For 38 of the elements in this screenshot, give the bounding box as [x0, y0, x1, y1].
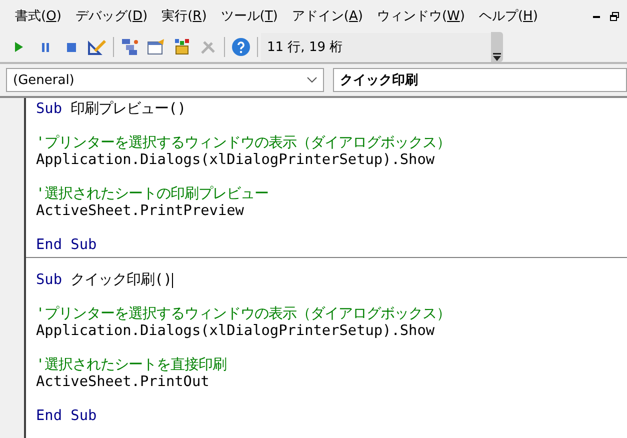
- menu-item[interactable]: 実行(R): [154, 7, 214, 25]
- procedure-dropdown[interactable]: クイック印刷: [333, 68, 627, 92]
- restore-icon[interactable]: [610, 12, 619, 20]
- menu-item[interactable]: ヘルプ(H): [472, 7, 545, 25]
- code-text: Application.Dialogs(xlDialogPrinterSetup).Show: [36, 152, 435, 169]
- menu-item[interactable]: デバッグ(D): [68, 7, 155, 25]
- code-comment: '選択されたシートを直接印刷: [36, 357, 227, 374]
- code-text: クイック印刷(): [70, 272, 172, 289]
- window-icon: [147, 39, 165, 55]
- cursor-position: 11 行, 19 桁: [261, 33, 491, 61]
- code-keyword: Sub: [36, 272, 62, 289]
- menu-item[interactable]: アドイン(A): [284, 7, 370, 25]
- code-comment: 'プリンターを選択するウィンドウの表示（ダイアログボックス）: [36, 306, 451, 323]
- pause-icon: [42, 42, 48, 52]
- code-text: Application.Dialogs(xlDialogPrinterSetup).Show: [36, 323, 435, 340]
- toolbar-options-button[interactable]: [491, 32, 503, 62]
- menu-item[interactable]: ウィンドウ(W): [370, 7, 472, 25]
- code-text: 印刷プレビュー(): [70, 101, 186, 118]
- play-icon: [15, 42, 23, 52]
- code-comment: '選択されたシートの印刷プレビュー: [36, 186, 269, 203]
- code-text: ActiveSheet.PrintOut: [36, 374, 210, 391]
- object-dropdown[interactable]: (General): [6, 68, 324, 92]
- code-keyword: End Sub: [36, 237, 97, 254]
- stop-icon: [66, 42, 76, 52]
- help-icon: [232, 38, 250, 56]
- minimize-icon[interactable]: [593, 14, 600, 18]
- code-keyword: End Sub: [36, 408, 97, 425]
- tree-icon: [121, 38, 139, 56]
- menu-item[interactable]: ツール(T): [214, 7, 285, 25]
- box-icon: [173, 39, 191, 55]
- chevron-down-icon: [307, 77, 317, 83]
- menu-item[interactable]: 書式(O): [8, 7, 68, 25]
- code-editor[interactable]: [26, 98, 627, 438]
- ruler-pencil-icon: [88, 39, 106, 55]
- caret-icon: [492, 52, 502, 62]
- code-text: ActiveSheet.PrintPreview: [36, 203, 244, 220]
- code-keyword: Sub: [36, 101, 62, 118]
- code-comment: 'プリンターを選択するウィンドウの表示（ダイアログボックス）: [36, 135, 451, 152]
